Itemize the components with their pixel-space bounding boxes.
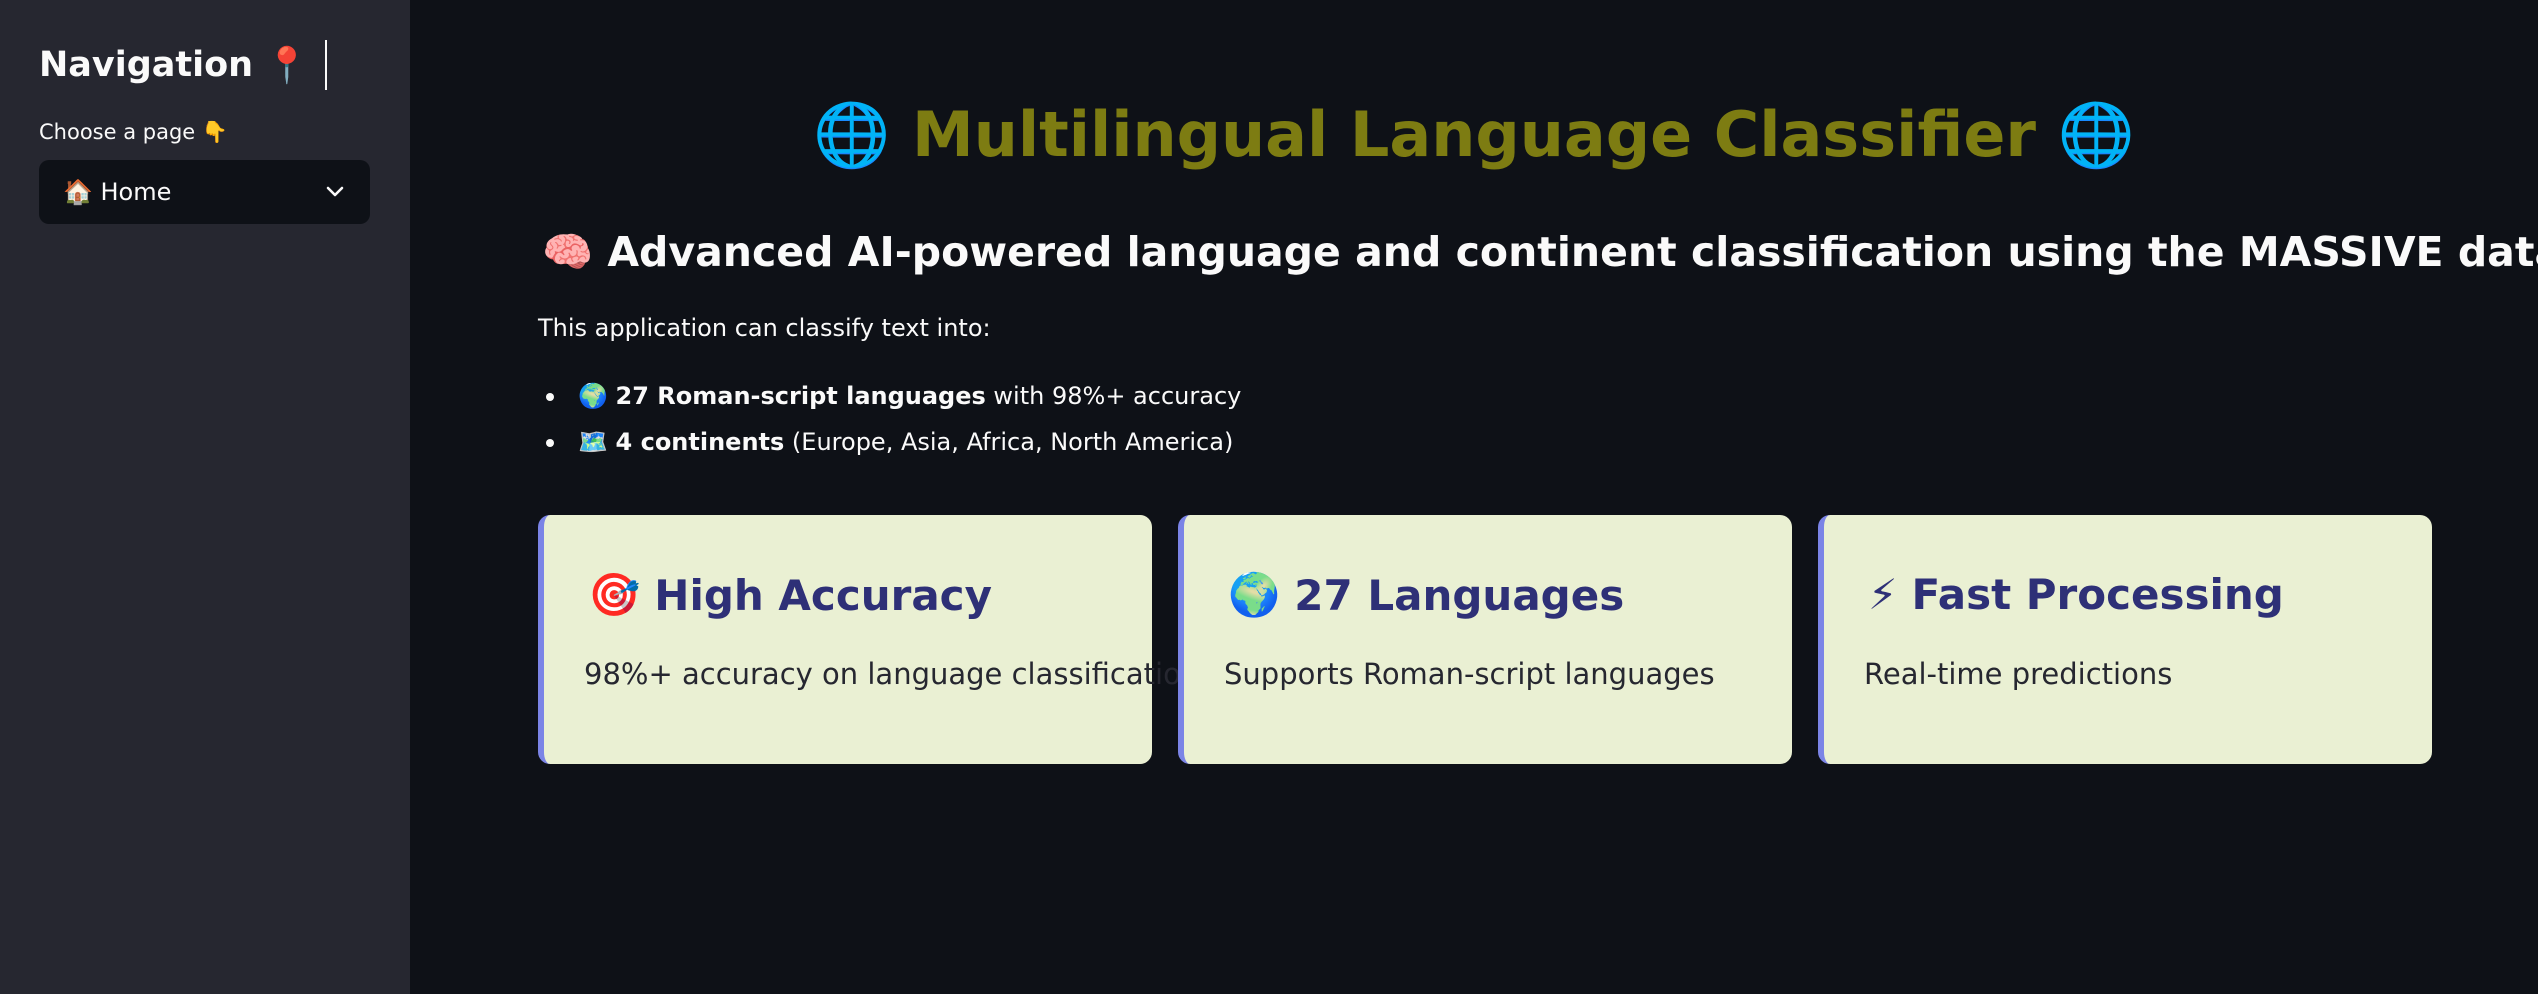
choose-page-label: Choose a page 👇 xyxy=(39,120,229,144)
list-item: 🌍 27 Roman-script languages with 98%+ ac… xyxy=(538,376,1241,422)
card-description: Supports Roman-script languages xyxy=(1224,657,1715,691)
text-cursor xyxy=(324,40,327,90)
chevron-down-icon[interactable] xyxy=(324,181,346,203)
page-title-text: Multilingual Language Classifier xyxy=(912,98,2036,171)
page-select[interactable]: 🏠 Home xyxy=(39,160,370,224)
page-title: 🌐 Multilingual Language Classifier 🌐 xyxy=(410,98,2538,172)
map-icon: 🗺️ xyxy=(578,428,608,456)
card-high-accuracy: 🎯 High Accuracy 98%+ accuracy on languag… xyxy=(538,515,1199,764)
list-item-rest: with 98%+ accuracy xyxy=(985,382,1242,410)
sidebar: Navigation 📍 Choose a page 👇 🏠 Home xyxy=(0,0,410,994)
card-title-text: High Accuracy xyxy=(654,570,992,620)
card-title: ⚡ Fast Processing xyxy=(1868,570,2284,619)
target-icon: 🎯 xyxy=(588,570,641,619)
card-fast-processing: ⚡ Fast Processing Real-time predictions xyxy=(1818,515,2432,764)
app: Navigation 📍 Choose a page 👇 🏠 Home 🌐 Mu… xyxy=(0,0,2538,994)
list-item-bold: 27 Roman-script languages xyxy=(615,382,986,410)
earth-icon: 🌍 xyxy=(1228,570,1281,619)
lightning-icon: ⚡ xyxy=(1868,570,1898,619)
globe-icon-left: 🌐 xyxy=(813,98,891,171)
intro-text: This application can classify text into: xyxy=(538,314,991,342)
page-subtitle: 🧠 Advanced AI-powered language and conti… xyxy=(542,228,2538,276)
card-title: 🌍 27 Languages xyxy=(1228,570,1624,620)
feature-list: 🌍 27 Roman-script languages with 98%+ ac… xyxy=(538,376,1241,468)
card-title-text: 27 Languages xyxy=(1294,570,1625,620)
card-description: Real-time predictions xyxy=(1864,657,2173,691)
sidebar-title: Navigation 📍 xyxy=(39,40,327,90)
pin-icon: 📍 xyxy=(265,45,309,86)
list-item-bold: 4 continents xyxy=(615,428,785,456)
card-languages: 🌍 27 Languages Supports Roman-script lan… xyxy=(1178,515,1792,764)
list-item-rest: (Europe, Asia, Africa, North America) xyxy=(784,428,1234,456)
list-item: 🗺️ 4 continents (Europe, Asia, Africa, N… xyxy=(538,422,1241,468)
globe-icon-right: 🌐 xyxy=(2057,98,2135,171)
card-title-text: Fast Processing xyxy=(1911,570,2284,619)
sidebar-title-text: Navigation xyxy=(39,45,254,85)
card-description: 98%+ accuracy on language classification xyxy=(584,657,1200,691)
card-title: 🎯 High Accuracy xyxy=(588,570,992,620)
earth-icon: 🌍 xyxy=(578,382,608,410)
page-select-value: 🏠 Home xyxy=(63,178,172,206)
